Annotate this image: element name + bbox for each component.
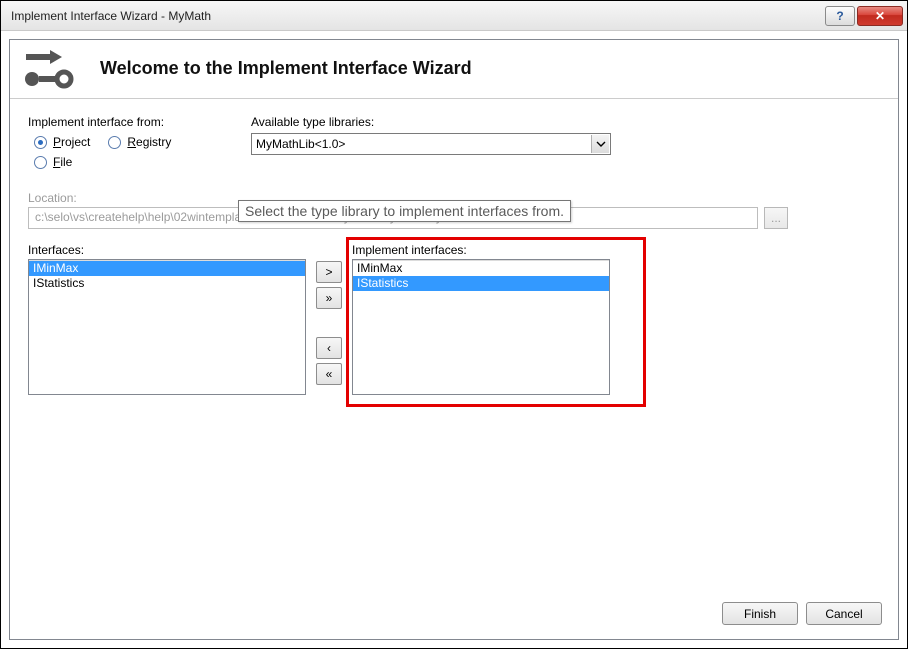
typelib-combo[interactable]: MyMathLib<1.0> — [251, 133, 611, 155]
implement-listbox[interactable]: IMinMax IStatistics — [352, 259, 610, 395]
typelib-value: MyMathLib<1.0> — [256, 137, 345, 151]
close-icon: ✕ — [875, 9, 885, 23]
finish-button[interactable]: Finish — [722, 602, 798, 625]
titlebar: Implement Interface Wizard - MyMath ? ✕ — [1, 1, 907, 31]
typelib-tooltip: Select the type library to implement int… — [238, 200, 571, 222]
chevron-down-icon — [596, 141, 606, 147]
interfaces-listbox[interactable]: IMinMax IStatistics — [28, 259, 306, 395]
wizard-panel: Welcome to the Implement Interface Wizar… — [9, 39, 899, 640]
radio-icon — [108, 136, 121, 149]
window-title: Implement Interface Wizard - MyMath — [11, 9, 823, 23]
wizard-header: Welcome to the Implement Interface Wizar… — [10, 40, 898, 98]
browse-button: ... — [764, 207, 788, 229]
help-icon: ? — [836, 9, 843, 23]
button-label: Finish — [744, 607, 776, 621]
cancel-button[interactable]: Cancel — [806, 602, 882, 625]
wizard-icon — [20, 46, 76, 90]
radio-label: File — [53, 155, 72, 169]
combo-dropdown-button[interactable] — [591, 135, 609, 153]
radio-icon — [34, 136, 47, 149]
remove-all-button[interactable]: « — [316, 363, 342, 385]
add-button[interactable]: > — [316, 261, 342, 283]
button-label: Cancel — [825, 607, 862, 621]
interfaces-label: Interfaces: — [28, 243, 306, 257]
remove-button[interactable]: ‹ — [316, 337, 342, 359]
list-item[interactable]: IStatistics — [29, 276, 305, 291]
implement-column: Implement interfaces: IMinMax IStatistic… — [352, 243, 610, 395]
radio-file[interactable]: File — [34, 155, 223, 169]
double-chevron-right-icon: » — [326, 291, 333, 305]
source-group: Implement interface from: Project Regist… — [28, 115, 223, 173]
radio-project[interactable]: Project — [34, 135, 90, 149]
ellipsis-icon: ... — [771, 211, 781, 225]
radio-icon — [34, 156, 47, 169]
radio-label: Registry — [127, 135, 171, 149]
typelib-label: Available type libraries: — [251, 115, 616, 129]
typelib-group: Available type libraries: MyMathLib<1.0> — [251, 115, 616, 155]
transfer-buttons: > » ‹ « — [316, 243, 342, 385]
dialog-buttons: Finish Cancel — [722, 602, 882, 625]
close-button[interactable]: ✕ — [857, 6, 903, 26]
double-chevron-left-icon: « — [326, 367, 333, 381]
lists-area: Interfaces: IMinMax IStatistics > » ‹ « — [28, 243, 880, 395]
help-button[interactable]: ? — [825, 6, 855, 26]
source-group-label: Implement interface from: — [28, 115, 223, 129]
interfaces-column: Interfaces: IMinMax IStatistics — [28, 243, 306, 395]
implement-label: Implement interfaces: — [352, 243, 610, 257]
radio-registry[interactable]: Registry — [108, 135, 171, 149]
list-item[interactable]: IMinMax — [353, 261, 609, 276]
add-all-button[interactable]: » — [316, 287, 342, 309]
titlebar-buttons: ? ✕ — [823, 6, 903, 26]
wizard-title: Welcome to the Implement Interface Wizar… — [100, 58, 472, 79]
radio-label: Project — [53, 135, 90, 149]
chevron-left-icon: ‹ — [327, 341, 331, 355]
list-item[interactable]: IStatistics — [353, 276, 609, 291]
list-item[interactable]: IMinMax — [29, 261, 305, 276]
chevron-right-icon: > — [325, 265, 332, 279]
